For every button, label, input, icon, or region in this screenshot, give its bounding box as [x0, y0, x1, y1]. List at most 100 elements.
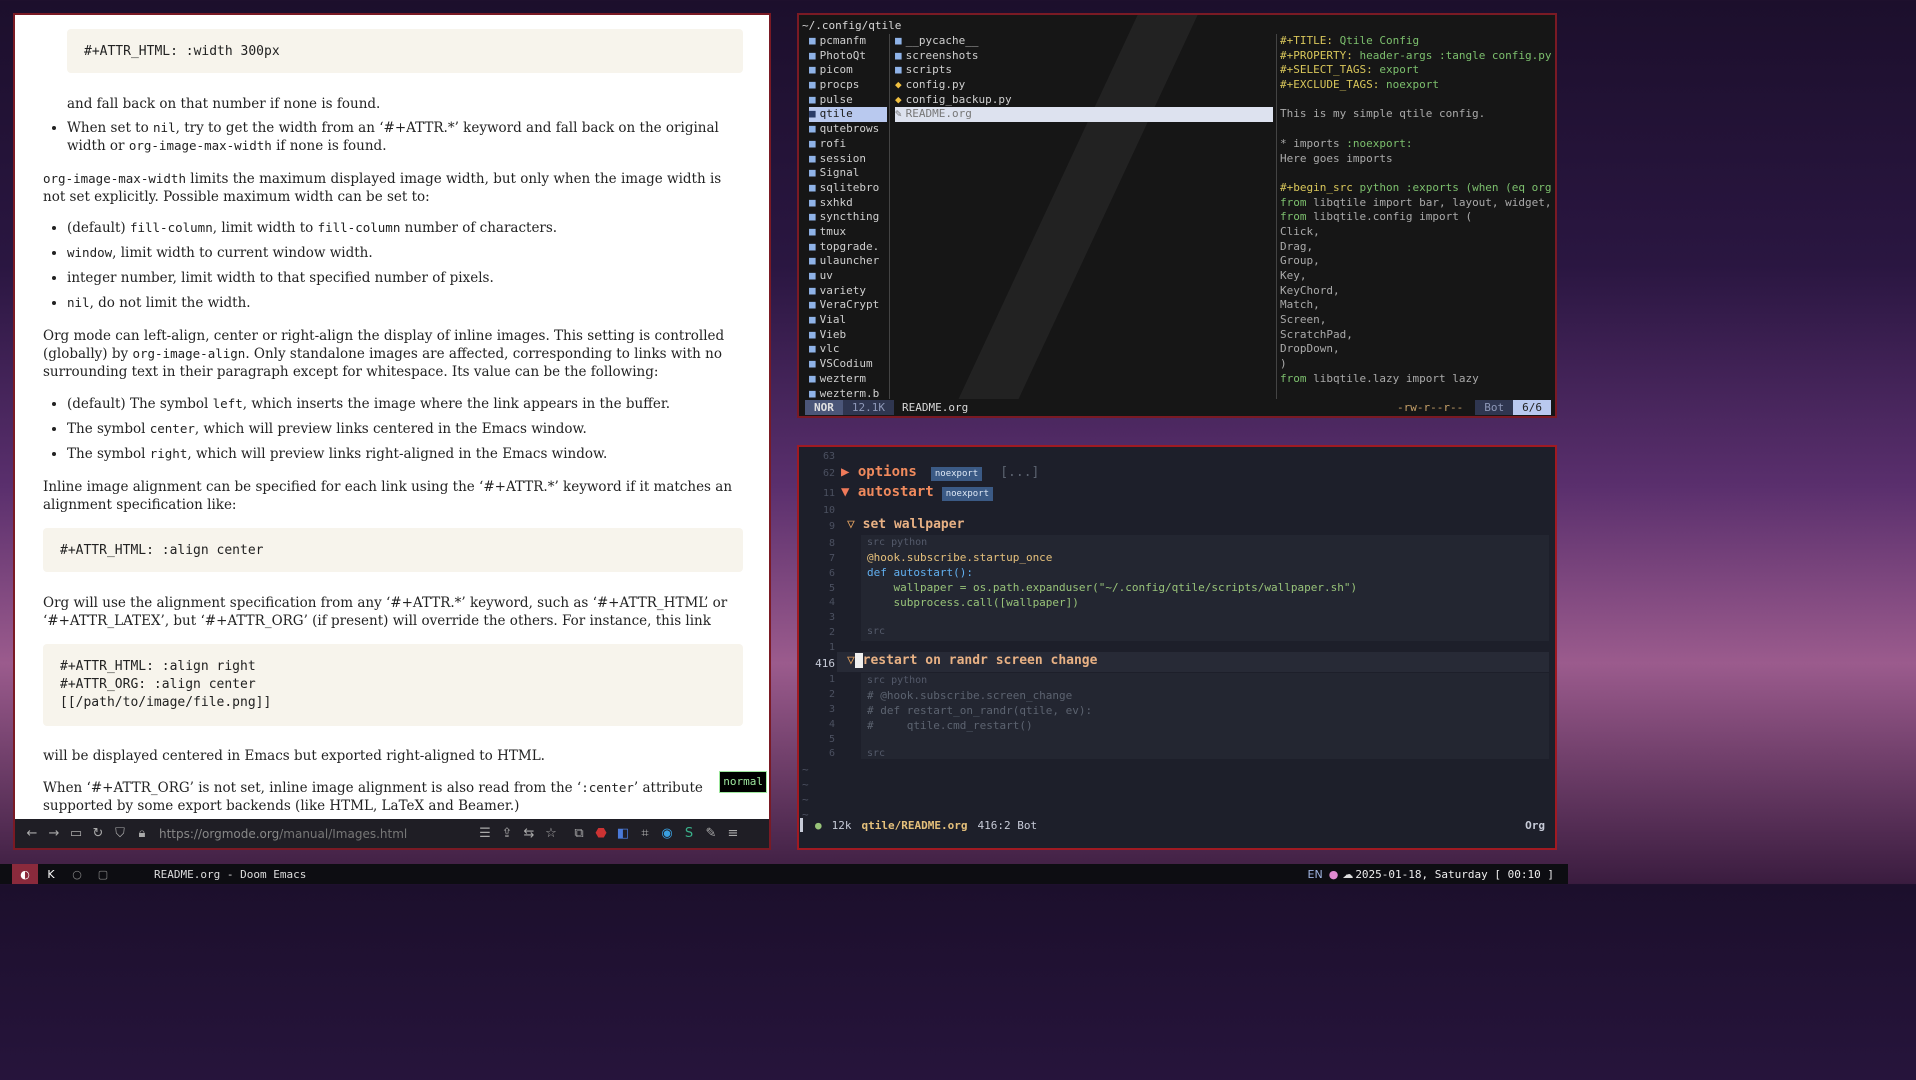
parent-dir-item[interactable]: ■ topgrade.	[809, 240, 887, 255]
preview-line: #+SELECT_TAGS: export	[1280, 63, 1420, 77]
expanded-arrow-icon: ▼	[841, 484, 858, 500]
parent-dir-item[interactable]: ■ rofi	[809, 137, 887, 152]
parent-dir-item[interactable]: ■ uv	[809, 269, 887, 284]
translate-icon[interactable]: ⇆	[518, 826, 540, 841]
parent-dir-item[interactable]: ■ picom	[809, 63, 887, 78]
line-number: 5	[828, 734, 835, 745]
workspace-4[interactable]: ▢	[90, 864, 116, 884]
parent-dir-item[interactable]: ■ sxhkd	[809, 196, 887, 211]
reader-icon[interactable]: ☰	[474, 826, 496, 841]
parent-dir-item[interactable]: ■ qtile	[809, 107, 887, 123]
parent-dir-item[interactable]: ■ tmux	[809, 225, 887, 240]
crop-icon[interactable]: ⌗	[634, 826, 656, 841]
folder-icon: ■	[809, 63, 816, 77]
app-tray-icon[interactable]: ●	[1329, 868, 1339, 881]
code-line: wallpaper = os.path.expanduser("~/.confi…	[867, 581, 1358, 594]
vpn-icon[interactable]: ◉	[656, 826, 678, 841]
heading-options[interactable]: ▶ options noexport [...]	[841, 464, 1039, 481]
paragraph: Org mode can left-align, center or right…	[43, 328, 725, 380]
line-number: 1	[828, 674, 835, 685]
parent-dir-item[interactable]: ■ Vial	[809, 313, 887, 328]
stylus-icon[interactable]: S	[678, 826, 700, 841]
line-number: 4	[828, 719, 835, 730]
ranger-status-bar: NOR 12.1K README.org -rw-r--r-- Bot 6/6	[799, 399, 1555, 416]
folder-icon: ■	[809, 136, 816, 150]
parent-dir-item[interactable]: ■ variety	[809, 284, 887, 299]
workspace-2[interactable]: K	[38, 864, 64, 884]
bookmark-star-icon[interactable]: ☆	[540, 826, 562, 841]
share-icon[interactable]: ⇪	[496, 826, 518, 841]
file-item[interactable]: ◆ config.py	[895, 78, 1273, 93]
parent-dir-item[interactable]: ■ syncthing	[809, 210, 887, 225]
url-field[interactable]: https://orgmode.org/manual/Images.html	[153, 823, 474, 845]
parent-dir-item[interactable]: ■ Signal	[809, 166, 887, 181]
folder-icon: ■	[895, 63, 902, 77]
folder-icon: ■	[809, 313, 816, 327]
file-item[interactable]: ■ scripts	[895, 63, 1273, 78]
reload-icon[interactable]: ↻	[87, 826, 109, 841]
shield-icon[interactable]: ⛉	[109, 826, 131, 841]
active-window-title: README.org - Doom Emacs	[154, 867, 307, 881]
file-item[interactable]: ✎ README.org	[895, 107, 1273, 123]
line-number: 2	[828, 627, 835, 638]
line-number: 6	[828, 748, 835, 759]
back-icon[interactable]: ←	[21, 826, 43, 841]
file-item[interactable]: ■ screenshots	[895, 49, 1273, 64]
parent-dir-item[interactable]: ■ pulse	[809, 93, 887, 108]
code-line: subprocess.call([wallpaper])	[867, 596, 1079, 609]
parent-dir-item[interactable]: ■ qutebrows	[809, 122, 887, 137]
scroll-position: Bot	[1475, 400, 1514, 415]
folder-icon: ■	[809, 122, 816, 136]
ublock-icon[interactable]: ⬣	[590, 826, 612, 841]
preview-line: This is my simple qtile config.	[1280, 107, 1486, 121]
org-file-icon: ✎	[895, 107, 902, 121]
current-directory-column: ■ __pycache__ ■ screenshots ■ scripts ◆ config.…	[895, 34, 1273, 123]
forward-icon[interactable]: →	[43, 826, 65, 841]
privacy-badger-icon[interactable]: ◧	[612, 826, 634, 841]
url-toolbar: ← → ▭ ↻ ⛉ 🔒︎ https://orgmode.org/manual/…	[15, 819, 769, 848]
keyboard-layout[interactable]: EN	[1308, 868, 1323, 881]
pen-icon[interactable]: ✎	[700, 826, 722, 841]
preview-line: * imports :noexport:	[1280, 136, 1413, 150]
src-begin-label: src python	[867, 537, 928, 548]
taskbar: ◐ K ○ ▢ README.org - Doom Emacs EN ● ☁ 2…	[0, 864, 1568, 884]
folder-icon: ■	[809, 342, 816, 356]
parent-dir-item[interactable]: ■ session	[809, 152, 887, 167]
extensions-icon[interactable]: ⧉	[568, 826, 590, 841]
preview-line: #+EXCLUDE_TAGS: noexport	[1280, 78, 1439, 92]
folder-icon: ■	[809, 180, 816, 194]
folder-icon: ■	[809, 386, 816, 400]
buffer-state-icon: ●	[815, 818, 822, 832]
parent-dir-item[interactable]: ■ procps	[809, 78, 887, 93]
heading-autostart[interactable]: ▼ autostart noexport	[841, 484, 994, 501]
parent-dir-item[interactable]: ■ ulauncher	[809, 254, 887, 269]
major-mode: Org	[1525, 818, 1545, 832]
file-item[interactable]: ◆ config_backup.py	[895, 93, 1273, 108]
parent-dir-item[interactable]: ■ VSCodium	[809, 357, 887, 372]
emacs-window: 63 62 11 10 9 8 7 6 5 4 3 2 1 416 1 2 3 …	[797, 445, 1557, 850]
line-number: 8	[828, 538, 835, 549]
paragraph: and fall back on that number if none is …	[67, 96, 381, 112]
parent-dir-item[interactable]: ■ Vieb	[809, 328, 887, 343]
workspace-1[interactable]: ◐	[12, 864, 38, 884]
heading-set-wallpaper[interactable]: ▽ set wallpaper	[847, 517, 964, 532]
folder-icon: ■	[809, 298, 816, 312]
list-item: The symbol right, which will preview lin…	[67, 445, 747, 463]
menu-icon[interactable]: ≡	[722, 826, 744, 841]
column-divider	[1276, 34, 1277, 404]
parent-dir-item[interactable]: ■ wezterm	[809, 372, 887, 387]
parent-dir-item[interactable]: ■ PhotoQt	[809, 49, 887, 64]
file-item[interactable]: ■ __pycache__	[895, 34, 1273, 49]
preview-line: #+TITLE: Qtile Config	[1280, 34, 1420, 47]
workspace-3[interactable]: ○	[64, 864, 90, 884]
current-path: ~/.config/qtile	[802, 19, 902, 32]
parent-dir-item[interactable]: ■ VeraCrypt	[809, 298, 887, 313]
sidebar-icon[interactable]: ▭	[65, 826, 87, 841]
line-number: 3	[828, 704, 835, 715]
parent-dir-item[interactable]: ■ vlc	[809, 342, 887, 357]
file-size: 12.1K	[842, 400, 894, 415]
line-number: 2	[828, 689, 835, 700]
parent-dir-item[interactable]: ■ pcmanfm	[809, 34, 887, 49]
heading-restart-randr[interactable]: ▽ restart on randr screen change	[847, 653, 1097, 668]
parent-dir-item[interactable]: ■ sqlitebro	[809, 181, 887, 196]
